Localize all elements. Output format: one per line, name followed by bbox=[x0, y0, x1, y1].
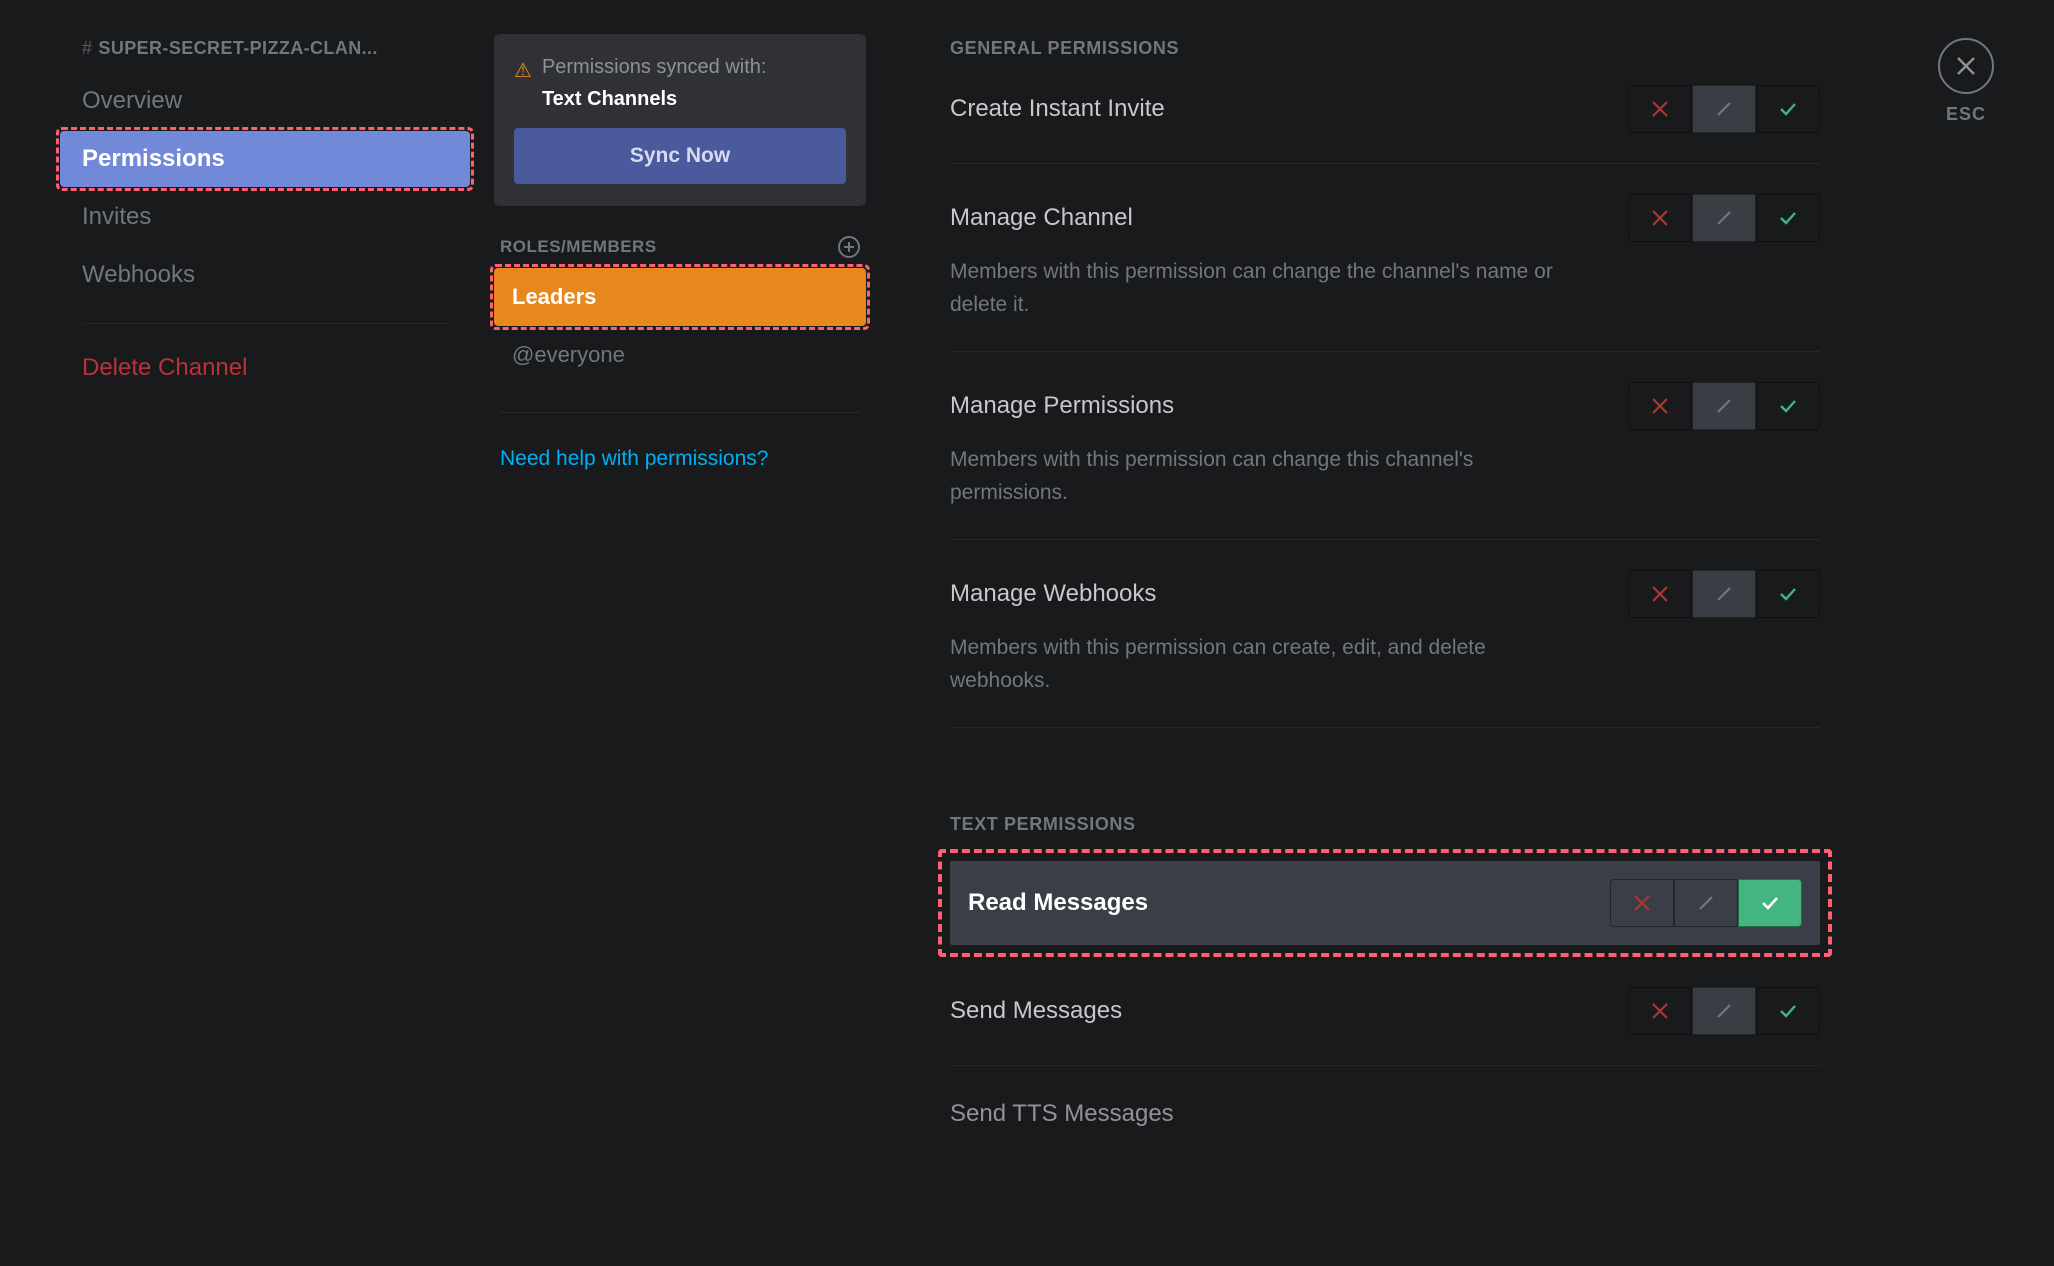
settings-sidebar: # SUPER-SECRET-PIZZA-CLAN... Overview Pe… bbox=[60, 0, 470, 1266]
sidebar-divider bbox=[82, 323, 448, 324]
perm-name: Create Instant Invite bbox=[950, 95, 1165, 123]
perm-allow[interactable] bbox=[1756, 382, 1820, 430]
perm-name: Manage Webhooks bbox=[950, 580, 1156, 608]
sidebar-item-label: Invites bbox=[82, 203, 151, 230]
perm-manage-webhooks: Manage Webhooks Members with this permis… bbox=[950, 570, 1820, 697]
close-label: ESC bbox=[1938, 104, 1994, 125]
perm-passthrough[interactable] bbox=[1692, 382, 1756, 430]
perm-toggle bbox=[1628, 85, 1820, 133]
sidebar-item-permissions[interactable]: Permissions bbox=[60, 131, 470, 187]
perm-description: Members with this permission can create,… bbox=[950, 632, 1570, 697]
role-item-label: Leaders bbox=[512, 284, 596, 309]
perm-read-messages: Read Messages bbox=[950, 861, 1820, 945]
sidebar-item-invites[interactable]: Invites bbox=[60, 189, 470, 245]
close-button[interactable] bbox=[1938, 38, 1994, 94]
delete-channel-label: Delete Channel bbox=[82, 354, 247, 381]
channel-name-label: SUPER-SECRET-PIZZA-CLAN... bbox=[98, 38, 377, 59]
sidebar-item-label: Permissions bbox=[82, 145, 225, 172]
sync-line1: Permissions synced with: bbox=[542, 56, 767, 78]
perm-deny[interactable] bbox=[1628, 85, 1692, 133]
app-root: # SUPER-SECRET-PIZZA-CLAN... Overview Pe… bbox=[0, 0, 2054, 1266]
close-area: ESC bbox=[1938, 38, 1994, 125]
perm-name: Read Messages bbox=[968, 889, 1148, 917]
perm-description: Members with this permission can change … bbox=[950, 256, 1570, 321]
perm-toggle bbox=[1628, 987, 1820, 1035]
sync-box: ⚠ Permissions synced with: Text Channels… bbox=[494, 34, 866, 206]
section-text-permissions: TEXT PERMISSIONS bbox=[950, 814, 1820, 835]
role-item-leaders[interactable]: Leaders bbox=[494, 268, 866, 326]
permissions-help-link[interactable]: Need help with permissions? bbox=[494, 441, 866, 477]
perm-passthrough[interactable] bbox=[1674, 879, 1738, 927]
perm-divider bbox=[950, 163, 1820, 164]
sync-line2: Text Channels bbox=[542, 84, 767, 114]
perm-toggle bbox=[1628, 570, 1820, 618]
section-general-permissions: GENERAL PERMISSIONS bbox=[950, 38, 1820, 59]
permissions-column: GENERAL PERMISSIONS Create Instant Invit… bbox=[890, 0, 1850, 1266]
perm-deny[interactable] bbox=[1628, 570, 1692, 618]
perm-description: Members with this permission can change … bbox=[950, 444, 1570, 509]
perm-send-tts-messages: Send TTS Messages bbox=[950, 1100, 1820, 1128]
perm-allow[interactable] bbox=[1756, 85, 1820, 133]
perm-passthrough[interactable] bbox=[1692, 85, 1756, 133]
perm-divider bbox=[950, 727, 1820, 728]
sidebar-item-label: Overview bbox=[82, 87, 182, 114]
perm-toggle bbox=[1628, 382, 1820, 430]
perm-passthrough[interactable] bbox=[1692, 987, 1756, 1035]
sync-now-button[interactable]: Sync Now bbox=[514, 128, 846, 184]
roles-header: ROLES/MEMBERS bbox=[500, 236, 860, 258]
perm-create-instant-invite: Create Instant Invite bbox=[950, 85, 1820, 133]
perm-name: Send Messages bbox=[950, 997, 1122, 1025]
sync-text: ⚠ Permissions synced with: Text Channels bbox=[514, 52, 846, 114]
perm-deny[interactable] bbox=[1628, 194, 1692, 242]
perm-deny[interactable] bbox=[1628, 987, 1692, 1035]
perm-name: Manage Channel bbox=[950, 204, 1133, 232]
roles-column: ⚠ Permissions synced with: Text Channels… bbox=[470, 0, 890, 1266]
role-item-label: @everyone bbox=[512, 342, 625, 367]
perm-send-messages: Send Messages bbox=[950, 987, 1820, 1035]
sidebar-delete-channel[interactable]: Delete Channel bbox=[60, 344, 470, 392]
sync-lines: Permissions synced with: Text Channels bbox=[542, 52, 767, 114]
perm-allow[interactable] bbox=[1756, 987, 1820, 1035]
perm-toggle bbox=[1628, 194, 1820, 242]
perm-name: Manage Permissions bbox=[950, 392, 1174, 420]
warning-icon: ⚠ bbox=[514, 56, 532, 86]
perm-deny[interactable] bbox=[1628, 382, 1692, 430]
perm-passthrough[interactable] bbox=[1692, 570, 1756, 618]
perm-divider bbox=[950, 351, 1820, 352]
roles-header-label: ROLES/MEMBERS bbox=[500, 237, 657, 257]
perm-deny[interactable] bbox=[1610, 879, 1674, 927]
perm-toggle bbox=[1610, 879, 1802, 927]
sync-button-label: Sync Now bbox=[630, 144, 730, 167]
sidebar-item-label: Webhooks bbox=[82, 261, 195, 288]
sidebar-item-overview[interactable]: Overview bbox=[60, 73, 470, 129]
sidebar-item-webhooks[interactable]: Webhooks bbox=[60, 247, 470, 303]
channel-name: # SUPER-SECRET-PIZZA-CLAN... bbox=[60, 38, 470, 73]
perm-allow[interactable] bbox=[1738, 879, 1802, 927]
perm-manage-channel: Manage Channel Members with this permiss… bbox=[950, 194, 1820, 321]
hash-icon: # bbox=[82, 38, 92, 59]
role-item-everyone[interactable]: @everyone bbox=[494, 326, 866, 384]
add-role-icon[interactable] bbox=[838, 236, 860, 258]
perm-passthrough[interactable] bbox=[1692, 194, 1756, 242]
perm-allow[interactable] bbox=[1756, 570, 1820, 618]
perm-allow[interactable] bbox=[1756, 194, 1820, 242]
perm-divider bbox=[950, 539, 1820, 540]
perm-divider bbox=[950, 1065, 1820, 1066]
close-icon bbox=[1955, 55, 1977, 77]
roles-divider bbox=[500, 412, 860, 413]
perm-manage-permissions: Manage Permissions Members with this per… bbox=[950, 382, 1820, 509]
help-link-label: Need help with permissions? bbox=[500, 447, 768, 470]
